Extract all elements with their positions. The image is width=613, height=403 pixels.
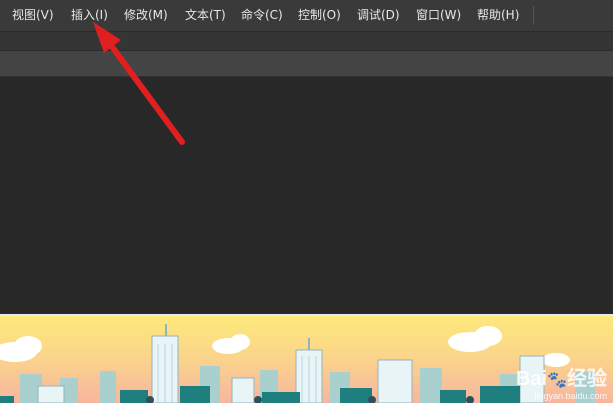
menu-bar: 视图(V) 插入(I) 修改(M) 文本(T) 命令(C) 控制(O) 调试(D… <box>0 0 613 32</box>
menu-control[interactable]: 控制(O) <box>298 0 341 31</box>
menu-command[interactable]: 命令(C) <box>241 0 283 31</box>
menu-insert[interactable]: 插入(I) <box>71 0 108 31</box>
watermark-brand: Bai🐾经验 <box>515 368 607 390</box>
toolbar-strip <box>0 32 613 50</box>
menu-debug[interactable]: 调试(D) <box>357 0 400 31</box>
watermark-url: jingyan.baidu.com <box>534 391 607 401</box>
menu-separator <box>533 6 534 25</box>
menu-window[interactable]: 窗口(W) <box>416 0 461 31</box>
cloud <box>474 326 502 346</box>
menu-modify[interactable]: 修改(M) <box>124 0 168 31</box>
workspace-area <box>0 77 613 313</box>
city-skyline-banner: Bai🐾经验 jingyan.baidu.com <box>0 314 613 403</box>
document-tab-strip <box>0 51 613 77</box>
paw-icon: 🐾 <box>547 372 567 389</box>
cloud <box>14 336 42 356</box>
menu-text[interactable]: 文本(T) <box>185 0 226 31</box>
watermark: Bai🐾经验 jingyan.baidu.com <box>516 362 607 401</box>
cloud <box>230 334 250 350</box>
cloud-group <box>0 326 570 367</box>
menu-help[interactable]: 帮助(H) <box>477 0 519 31</box>
menu-view[interactable]: 视图(V) <box>12 0 54 31</box>
